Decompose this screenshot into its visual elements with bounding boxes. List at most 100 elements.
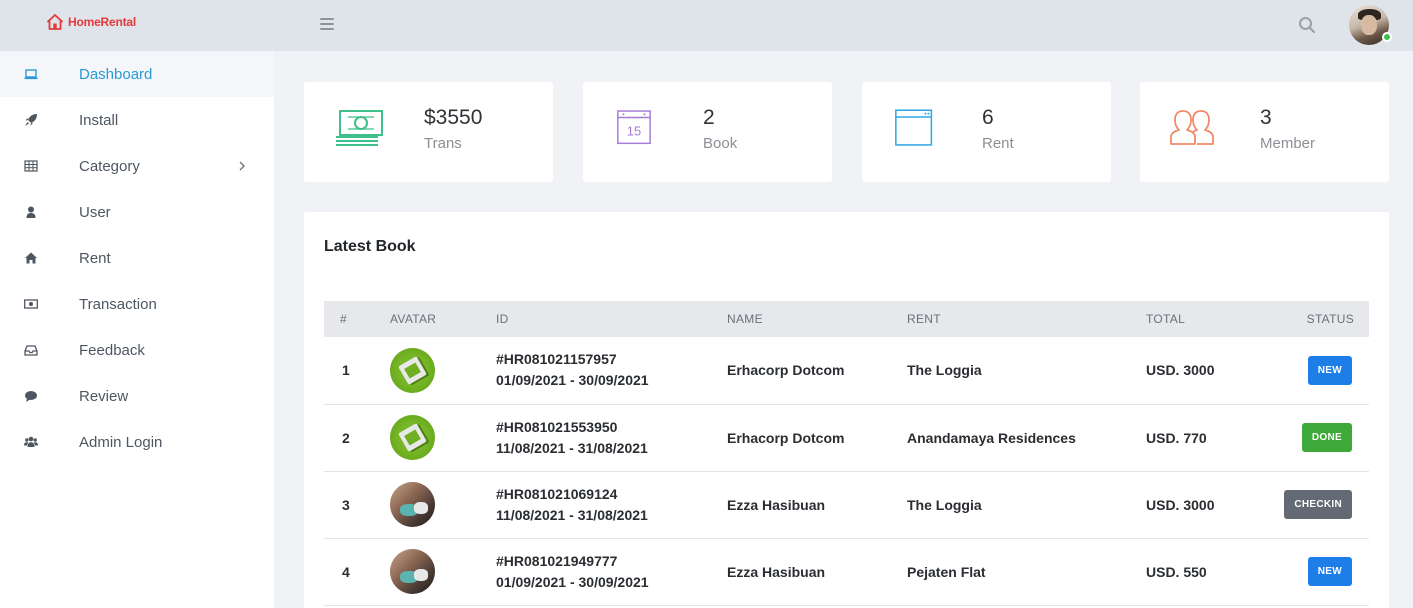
- stat-label: Rent: [982, 135, 1014, 152]
- stat-label: Book: [703, 135, 738, 152]
- row-total: USD. 3000: [1146, 337, 1276, 405]
- booking-dates: 01/09/2021 - 30/09/2021: [496, 372, 649, 389]
- money-icon: [24, 297, 38, 311]
- stat-value: 6: [982, 106, 994, 129]
- online-status-dot: [1382, 32, 1392, 42]
- column-header-avatar[interactable]: AVATAR: [390, 301, 496, 337]
- status-badge[interactable]: DONE: [1301, 423, 1352, 452]
- brand-name: HomeRental: [68, 15, 137, 29]
- search-icon[interactable]: [1298, 16, 1316, 34]
- row-total: USD. 770: [1146, 404, 1276, 472]
- row-number: 4: [324, 538, 390, 606]
- row-name: Ezza Hasibuan: [727, 538, 907, 606]
- booking-id[interactable]: #HR081021157957: [496, 349, 727, 370]
- calendar-icon: 15: [617, 110, 651, 145]
- status-badge[interactable]: CHECKIN: [1284, 490, 1352, 519]
- sidebar-item-rent[interactable]: Rent: [0, 235, 274, 281]
- sidebar-item-install[interactable]: Install: [0, 97, 274, 143]
- sidebar-item-dashboard[interactable]: Dashboard: [0, 51, 274, 97]
- row-rent: Pejaten Flat: [907, 538, 1146, 606]
- column-header-id[interactable]: ID: [496, 301, 727, 337]
- booking-dates: 01/09/2021 - 30/09/2021: [496, 573, 649, 590]
- svg-text:15: 15: [627, 123, 641, 138]
- stat-label: Member: [1260, 135, 1316, 152]
- stat-card-rent[interactable]: 6 Rent: [862, 82, 1111, 182]
- row-status-cell: NEW: [1276, 538, 1369, 606]
- sidebar-item-feedback[interactable]: Feedback: [0, 327, 274, 373]
- row-avatar-cell: [390, 471, 496, 539]
- booking-dates: 11/08/2021 - 31/08/2021: [496, 506, 648, 523]
- row-id-cell: #HR081021949777 01/09/2021 - 30/09/2021: [496, 538, 727, 606]
- stat-card-member[interactable]: 3 Member: [1140, 82, 1389, 182]
- row-total: USD. 550: [1146, 538, 1276, 606]
- stat-value: $3550: [424, 106, 483, 129]
- row-id-cell: #HR081021069124 11/08/2021 - 31/08/2021: [496, 471, 727, 539]
- comment-icon: [24, 389, 38, 403]
- stat-value: 2: [703, 106, 715, 129]
- row-name: Ezza Hasibuan: [727, 471, 907, 539]
- stat-card-trans[interactable]: $3550 Trans: [304, 82, 553, 182]
- stat-card-book[interactable]: 15 2 Book: [583, 82, 832, 182]
- column-header-status[interactable]: STATUS: [1276, 301, 1369, 337]
- sidebar-item-transaction[interactable]: Transaction: [0, 281, 274, 327]
- stat-label: Trans: [424, 135, 462, 152]
- stat-value: 3: [1260, 106, 1272, 129]
- cash-icon: [336, 110, 383, 146]
- sidebar-item-category[interactable]: Category: [0, 143, 274, 189]
- green-book-avatar: [390, 415, 435, 460]
- table-row[interactable]: 1 #HR081021157957 01/09/2021 - 30/09/202…: [324, 337, 1369, 405]
- sidebar-item-review[interactable]: Review: [0, 373, 274, 419]
- chevron-right-icon: [239, 161, 245, 171]
- row-id-cell: #HR081021157957 01/09/2021 - 30/09/2021: [496, 337, 727, 405]
- row-rent: The Loggia: [907, 337, 1146, 405]
- sidebar-item-label: Admin Login: [79, 433, 163, 451]
- hamburger-icon[interactable]: [320, 18, 334, 30]
- row-avatar-cell: [390, 404, 496, 472]
- sidebar-item-label: Rent: [79, 249, 111, 267]
- status-badge[interactable]: NEW: [1307, 557, 1352, 586]
- sidebar: Dashboard Install Category User Rent Tra…: [0, 51, 274, 608]
- green-book-avatar: [390, 347, 435, 393]
- booking-id[interactable]: #HR081021553950: [496, 417, 727, 438]
- booking-id[interactable]: #HR081021069124: [496, 484, 727, 505]
- column-header-total[interactable]: TOTAL: [1146, 301, 1276, 337]
- booking-id[interactable]: #HR081021949777: [496, 551, 727, 572]
- house-logo-icon: [47, 14, 63, 30]
- column-header-rent[interactable]: RENT: [907, 301, 1146, 337]
- sidebar-item-label: Review: [79, 387, 129, 405]
- table-row[interactable]: 3 #HR081021069124 11/08/2021 - 31/08/202…: [324, 471, 1369, 539]
- user-icon: [24, 205, 38, 219]
- row-name: Erhacorp Dotcom: [727, 404, 907, 472]
- photo-avatar: [390, 482, 435, 527]
- row-number: 1: [324, 337, 390, 405]
- sidebar-item-label: Transaction: [79, 295, 157, 313]
- brand-logo[interactable]: HomeRental: [47, 14, 136, 30]
- row-rent: Anandamaya Residences: [907, 404, 1146, 472]
- row-status-cell: CHECKIN: [1276, 471, 1369, 539]
- latest-book-panel: Latest Book # AVATAR ID NAME RENT TOTAL …: [304, 212, 1389, 608]
- table-row[interactable]: 4 #HR081021949777 01/09/2021 - 30/09/202…: [324, 538, 1369, 606]
- row-avatar-cell: [390, 337, 496, 405]
- row-number: 3: [324, 471, 390, 539]
- rocket-icon: [24, 113, 38, 127]
- row-total: USD. 3000: [1146, 471, 1276, 539]
- sidebar-item-label: Feedback: [79, 341, 145, 359]
- column-header-name[interactable]: NAME: [727, 301, 907, 337]
- column-header-num[interactable]: #: [324, 301, 390, 337]
- row-name: Erhacorp Dotcom: [727, 337, 907, 405]
- table-row[interactable]: 2 #HR081021553950 11/08/2021 - 31/08/202…: [324, 404, 1369, 472]
- status-badge[interactable]: NEW: [1307, 355, 1352, 385]
- row-status-cell: DONE: [1276, 404, 1369, 472]
- users-icon: [24, 435, 38, 449]
- sidebar-item-label: Category: [79, 157, 140, 175]
- inbox-icon: [24, 343, 38, 357]
- sidebar-item-admin-login[interactable]: Admin Login: [0, 419, 274, 465]
- booking-dates: 11/08/2021 - 31/08/2021: [496, 439, 648, 456]
- row-status-cell: NEW: [1276, 337, 1369, 405]
- row-id-cell: #HR081021553950 11/08/2021 - 31/08/2021: [496, 404, 727, 472]
- laptop-icon: [24, 67, 38, 81]
- sidebar-item-label: Install: [79, 111, 119, 129]
- table-icon: [24, 159, 38, 173]
- users-outline-icon: [1170, 110, 1214, 145]
- sidebar-item-user[interactable]: User: [0, 189, 274, 235]
